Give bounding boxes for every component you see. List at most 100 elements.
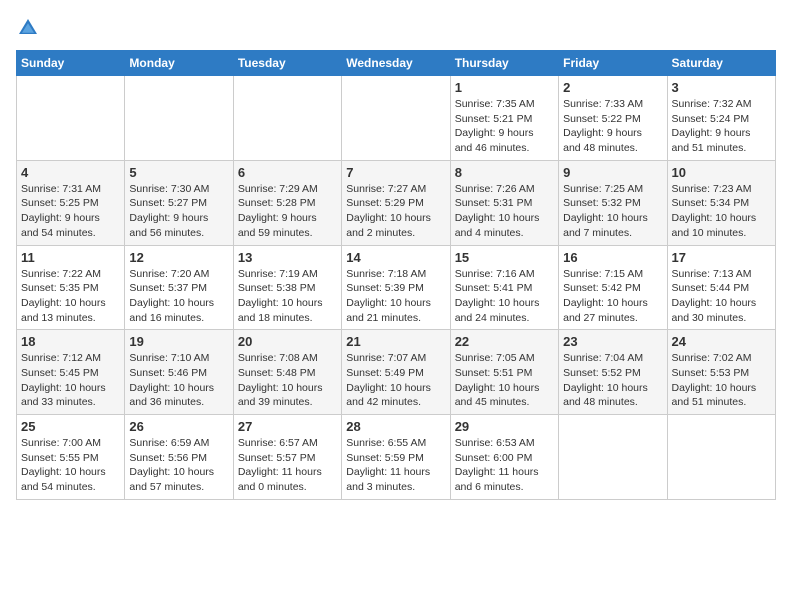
day-info: Sunrise: 7:02 AMSunset: 5:53 PMDaylight:… (672, 351, 771, 410)
day-info: Sunrise: 7:15 AMSunset: 5:42 PMDaylight:… (563, 267, 662, 326)
calendar-cell: 15 Sunrise: 7:16 AMSunset: 5:41 PMDayligh… (450, 245, 558, 330)
day-info: Sunrise: 7:07 AMSunset: 5:49 PMDaylight:… (346, 351, 445, 410)
day-info: Sunrise: 7:19 AMSunset: 5:38 PMDaylight:… (238, 267, 337, 326)
day-info: Sunrise: 7:32 AMSunset: 5:24 PMDaylight:… (672, 97, 771, 156)
day-number: 3 (672, 80, 771, 95)
day-info: Sunrise: 7:00 AMSunset: 5:55 PMDaylight:… (21, 436, 120, 495)
day-info: Sunrise: 7:22 AMSunset: 5:35 PMDaylight:… (21, 267, 120, 326)
col-header-thursday: Thursday (450, 51, 558, 76)
day-number: 6 (238, 165, 337, 180)
calendar-cell (125, 76, 233, 161)
calendar-cell: 27 Sunrise: 6:57 AMSunset: 5:57 PMDayligh… (233, 415, 341, 500)
col-header-sunday: Sunday (17, 51, 125, 76)
day-number: 12 (129, 250, 228, 265)
calendar-cell: 21 Sunrise: 7:07 AMSunset: 5:49 PMDayligh… (342, 330, 450, 415)
page-header (16, 16, 776, 40)
day-info: Sunrise: 7:31 AMSunset: 5:25 PMDaylight:… (21, 182, 120, 241)
day-info: Sunrise: 7:27 AMSunset: 5:29 PMDaylight:… (346, 182, 445, 241)
calendar-cell: 11 Sunrise: 7:22 AMSunset: 5:35 PMDayligh… (17, 245, 125, 330)
calendar-cell: 22 Sunrise: 7:05 AMSunset: 5:51 PMDayligh… (450, 330, 558, 415)
calendar-cell: 25 Sunrise: 7:00 AMSunset: 5:55 PMDayligh… (17, 415, 125, 500)
day-info: Sunrise: 7:16 AMSunset: 5:41 PMDaylight:… (455, 267, 554, 326)
calendar-cell: 19 Sunrise: 7:10 AMSunset: 5:46 PMDayligh… (125, 330, 233, 415)
day-number: 23 (563, 334, 662, 349)
day-number: 22 (455, 334, 554, 349)
calendar-table: SundayMondayTuesdayWednesdayThursdayFrid… (16, 50, 776, 500)
col-header-friday: Friday (559, 51, 667, 76)
calendar-week-5: 25 Sunrise: 7:00 AMSunset: 5:55 PMDayligh… (17, 415, 776, 500)
day-number: 5 (129, 165, 228, 180)
calendar-week-2: 4Sunrise: 7:31 AMSunset: 5:25 PMDaylight… (17, 160, 776, 245)
col-header-wednesday: Wednesday (342, 51, 450, 76)
calendar-cell (667, 415, 775, 500)
col-header-saturday: Saturday (667, 51, 775, 76)
day-info: Sunrise: 6:53 AMSunset: 6:00 PMDaylight:… (455, 436, 554, 495)
calendar-cell: 18 Sunrise: 7:12 AMSunset: 5:45 PMDayligh… (17, 330, 125, 415)
calendar-cell: 7 Sunrise: 7:27 AMSunset: 5:29 PMDaylight… (342, 160, 450, 245)
day-number: 15 (455, 250, 554, 265)
logo (16, 16, 44, 40)
day-number: 14 (346, 250, 445, 265)
calendar-cell: 26 Sunrise: 6:59 AMSunset: 5:56 PMDayligh… (125, 415, 233, 500)
day-number: 2 (563, 80, 662, 95)
day-info: Sunrise: 7:10 AMSunset: 5:46 PMDaylight:… (129, 351, 228, 410)
calendar-cell: 5 Sunrise: 7:30 AMSunset: 5:27 PMDaylight… (125, 160, 233, 245)
day-number: 26 (129, 419, 228, 434)
calendar-cell (233, 76, 341, 161)
calendar-cell: 20 Sunrise: 7:08 AMSunset: 5:48 PMDayligh… (233, 330, 341, 415)
day-number: 19 (129, 334, 228, 349)
calendar-cell: 29Sunrise: 6:53 AMSunset: 6:00 PMDayligh… (450, 415, 558, 500)
day-info: Sunrise: 6:59 AMSunset: 5:56 PMDaylight:… (129, 436, 228, 495)
day-number: 28 (346, 419, 445, 434)
calendar-cell: 14 Sunrise: 7:18 AMSunset: 5:39 PMDayligh… (342, 245, 450, 330)
calendar-cell (559, 415, 667, 500)
day-info: Sunrise: 6:57 AMSunset: 5:57 PMDaylight:… (238, 436, 337, 495)
day-info: Sunrise: 6:55 AMSunset: 5:59 PMDaylight:… (346, 436, 445, 495)
calendar-cell: 24 Sunrise: 7:02 AMSunset: 5:53 PMDayligh… (667, 330, 775, 415)
day-info: Sunrise: 7:23 AMSunset: 5:34 PMDaylight:… (672, 182, 771, 241)
calendar-cell: 8 Sunrise: 7:26 AMSunset: 5:31 PMDaylight… (450, 160, 558, 245)
day-number: 7 (346, 165, 445, 180)
day-info: Sunrise: 7:05 AMSunset: 5:51 PMDaylight:… (455, 351, 554, 410)
calendar-cell: 2 Sunrise: 7:33 AMSunset: 5:22 PMDaylight… (559, 76, 667, 161)
day-info: Sunrise: 7:12 AMSunset: 5:45 PMDaylight:… (21, 351, 120, 410)
calendar-cell: 4Sunrise: 7:31 AMSunset: 5:25 PMDaylight… (17, 160, 125, 245)
calendar-cell: 10Sunrise: 7:23 AMSunset: 5:34 PMDayligh… (667, 160, 775, 245)
logo-icon (16, 16, 40, 40)
calendar-header-row: SundayMondayTuesdayWednesdayThursdayFrid… (17, 51, 776, 76)
day-number: 27 (238, 419, 337, 434)
day-number: 16 (563, 250, 662, 265)
day-number: 11 (21, 250, 120, 265)
calendar-cell: 12 Sunrise: 7:20 AMSunset: 5:37 PMDayligh… (125, 245, 233, 330)
calendar-cell: 23 Sunrise: 7:04 AMSunset: 5:52 PMDayligh… (559, 330, 667, 415)
day-number: 17 (672, 250, 771, 265)
day-info: Sunrise: 7:35 AMSunset: 5:21 PMDaylight:… (455, 97, 554, 156)
day-info: Sunrise: 7:30 AMSunset: 5:27 PMDaylight:… (129, 182, 228, 241)
day-info: Sunrise: 7:18 AMSunset: 5:39 PMDaylight:… (346, 267, 445, 326)
day-number: 13 (238, 250, 337, 265)
day-number: 24 (672, 334, 771, 349)
calendar-cell: 28 Sunrise: 6:55 AMSunset: 5:59 PMDayligh… (342, 415, 450, 500)
calendar-cell: 1 Sunrise: 7:35 AMSunset: 5:21 PMDaylight… (450, 76, 558, 161)
day-number: 8 (455, 165, 554, 180)
calendar-cell: 9Sunrise: 7:25 AMSunset: 5:32 PMDaylight… (559, 160, 667, 245)
day-info: Sunrise: 7:04 AMSunset: 5:52 PMDaylight:… (563, 351, 662, 410)
calendar-week-3: 11 Sunrise: 7:22 AMSunset: 5:35 PMDayligh… (17, 245, 776, 330)
day-info: Sunrise: 7:20 AMSunset: 5:37 PMDaylight:… (129, 267, 228, 326)
calendar-cell: 16 Sunrise: 7:15 AMSunset: 5:42 PMDayligh… (559, 245, 667, 330)
day-number: 20 (238, 334, 337, 349)
day-info: Sunrise: 7:25 AMSunset: 5:32 PMDaylight:… (563, 182, 662, 241)
calendar-cell: 6Sunrise: 7:29 AMSunset: 5:28 PMDaylight… (233, 160, 341, 245)
day-number: 1 (455, 80, 554, 95)
day-info: Sunrise: 7:26 AMSunset: 5:31 PMDaylight:… (455, 182, 554, 241)
day-number: 25 (21, 419, 120, 434)
col-header-tuesday: Tuesday (233, 51, 341, 76)
day-info: Sunrise: 7:08 AMSunset: 5:48 PMDaylight:… (238, 351, 337, 410)
day-number: 18 (21, 334, 120, 349)
calendar-cell: 17 Sunrise: 7:13 AMSunset: 5:44 PMDayligh… (667, 245, 775, 330)
day-number: 21 (346, 334, 445, 349)
day-info: Sunrise: 7:13 AMSunset: 5:44 PMDaylight:… (672, 267, 771, 326)
calendar-cell: 3 Sunrise: 7:32 AMSunset: 5:24 PMDaylight… (667, 76, 775, 161)
calendar-cell (342, 76, 450, 161)
day-info: Sunrise: 7:33 AMSunset: 5:22 PMDaylight:… (563, 97, 662, 156)
